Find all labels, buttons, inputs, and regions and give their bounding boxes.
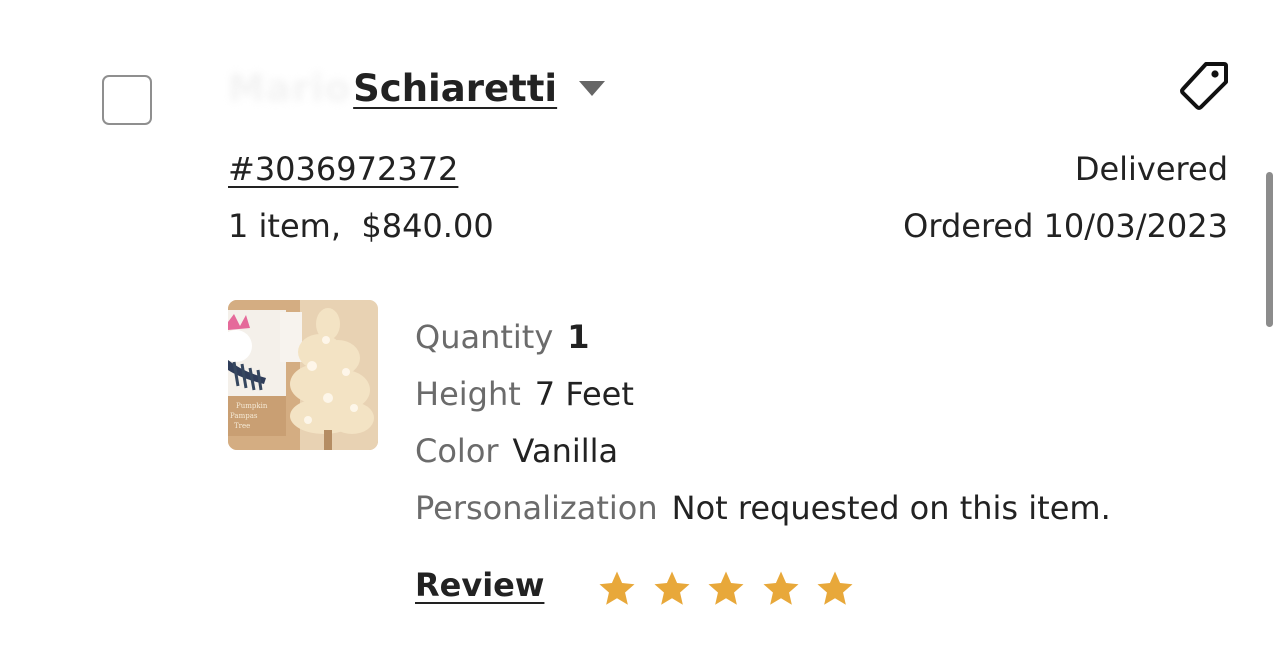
review-link[interactable]: Review [415, 566, 544, 604]
detail-value: 1 [567, 318, 590, 356]
tag-icon[interactable] [1176, 58, 1232, 114]
detail-label: Height [415, 375, 521, 413]
star-rating [596, 568, 869, 610]
buyer-first-name: Mario [228, 66, 352, 110]
svg-text:Pampas: Pampas [230, 412, 258, 420]
detail-value: Not requested on this item. [671, 489, 1111, 527]
detail-height: Height 7 Feet [415, 375, 634, 413]
buyer-name-dropdown[interactable]: Mario Schiaretti [228, 62, 606, 114]
detail-value: Vanilla [512, 432, 619, 470]
order-select-checkbox[interactable] [102, 75, 152, 125]
star-icon [654, 571, 689, 605]
star-icon [599, 571, 635, 605]
detail-label: Personalization [415, 489, 658, 527]
detail-color: Color Vanilla [415, 432, 618, 470]
star-icon [763, 571, 798, 605]
detail-label: Quantity [415, 318, 554, 356]
svg-text:Tree: Tree [234, 422, 250, 430]
svg-text:Pumpkin: Pumpkin [236, 402, 268, 410]
order-status: Delivered [1074, 150, 1228, 188]
buyer-last-name[interactable]: Schiaretti [353, 67, 557, 110]
detail-value: 7 Feet [534, 375, 634, 413]
caret-down-icon[interactable] [579, 80, 606, 96]
product-thumbnail-image: Pumpkin Pampas Tree [228, 300, 378, 450]
detail-personalization: Personalization Not requested on this ite… [415, 489, 1111, 527]
order-summary: 1 item, $840.00 [228, 207, 494, 245]
product-thumbnail[interactable]: Pumpkin Pampas Tree [228, 300, 378, 450]
order-number-link[interactable]: #3036972372 [228, 150, 458, 188]
star-icon [708, 571, 744, 605]
order-date: Ordered 10/03/2023 [903, 207, 1228, 245]
detail-quantity: Quantity 1 [415, 318, 590, 356]
star-icon [817, 571, 853, 605]
detail-label: Color [415, 432, 499, 470]
vertical-scrollbar[interactable] [1266, 172, 1273, 327]
